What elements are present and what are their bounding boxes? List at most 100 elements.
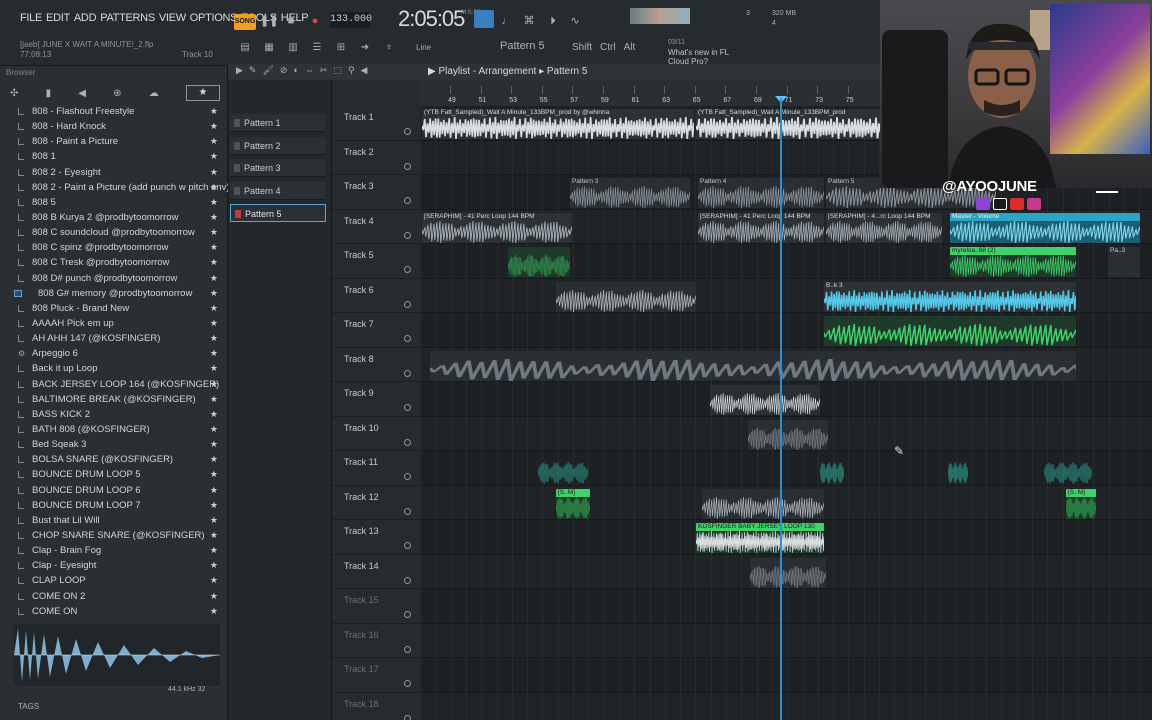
favorite-star-icon[interactable]: ★: [210, 498, 218, 513]
track-mute-led-icon[interactable]: [404, 542, 411, 549]
browser-item[interactable]: CHOP SNARE SNARE (@KOSFINGER) ★: [0, 528, 228, 543]
arrangement-grid[interactable]: (YTB Fatt_Sampled)_Wait A Minute_133BPM_…: [420, 106, 1152, 720]
favorite-star-icon[interactable]: ★: [210, 225, 218, 240]
browser-item[interactable]: Bed Sqeak 3 ★: [0, 437, 228, 452]
track-mute-led-icon[interactable]: [404, 576, 411, 584]
delete-icon[interactable]: ⊘: [280, 65, 288, 76]
menu-edit[interactable]: EDIT: [46, 12, 70, 24]
audio-clip[interactable]: myreloa..68 (2): [950, 247, 1076, 277]
channel-rack-icon[interactable]: ▦: [260, 40, 278, 56]
favorite-star-icon[interactable]: ★: [210, 240, 218, 255]
browser-item[interactable]: 808 2 - Paint a Picture (add punch w pit…: [0, 180, 228, 195]
pattern-clip[interactable]: [702, 488, 824, 519]
pattern-clip[interactable]: Pattern 4: [698, 178, 824, 208]
slice-icon[interactable]: ✂: [320, 65, 328, 76]
record-icon[interactable]: ●: [306, 12, 324, 30]
browser-item[interactable]: 808 - Hard Knock ★: [0, 119, 228, 134]
track-header[interactable]: Track 9: [332, 382, 420, 417]
favorite-star-icon[interactable]: ★: [210, 604, 218, 619]
favorite-star-icon[interactable]: ★: [210, 437, 218, 452]
track-header[interactable]: Track 15: [332, 589, 420, 624]
audio-clip[interactable]: [SERAPHIM] - 41 Perc Loop 144 BPM: [422, 212, 572, 243]
track-header[interactable]: Track 18: [332, 693, 420, 720]
track-header[interactable]: Track 17: [332, 658, 420, 693]
browser-item[interactable]: AH AHH 147 (@KOSFINGER) ★: [0, 331, 228, 346]
favorite-star-icon[interactable]: ★: [210, 119, 218, 134]
pattern-clip[interactable]: [948, 454, 968, 484]
paint-icon[interactable]: 🖌: [262, 65, 273, 76]
pattern-item[interactable]: Pattern 5: [230, 204, 326, 222]
track-header[interactable]: Track 10: [332, 417, 420, 451]
favorite-star-icon[interactable]: ★: [210, 210, 218, 225]
track-header[interactable]: Track 4: [332, 210, 420, 244]
track-mute-led-icon[interactable]: [404, 266, 411, 273]
browser-item[interactable]: BACK JERSEY LOOP 164 (@KOSFINGER) ★: [0, 377, 228, 392]
favorite-star-icon[interactable]: ★: [210, 528, 218, 543]
piano-roll-icon[interactable]: ▥: [284, 40, 302, 56]
track-header[interactable]: Track 5: [332, 244, 420, 279]
track-lane[interactable]: [420, 623, 1152, 658]
favorite-star-icon[interactable]: ★: [210, 255, 218, 270]
browser-item[interactable]: 808 5 ★: [0, 195, 228, 210]
pattern-clip[interactable]: [710, 385, 820, 415]
speaker-icon[interactable]: ◀: [78, 88, 86, 99]
playback-icon[interactable]: ◀: [361, 65, 368, 76]
pattern-clip[interactable]: [750, 557, 826, 588]
stop-icon[interactable]: ■: [282, 12, 300, 30]
favorite-star-icon[interactable]: ★: [210, 513, 218, 528]
pattern-clip[interactable]: Pa..3: [1108, 247, 1140, 277]
favorite-star-icon[interactable]: ★: [210, 573, 218, 588]
audio-clip[interactable]: B..k 3: [824, 281, 1076, 312]
favorite-star-icon[interactable]: ★: [210, 180, 218, 195]
favorite-star-icon[interactable]: ★: [210, 452, 218, 467]
collapse-icon[interactable]: ✣: [10, 88, 18, 99]
favorite-star-icon[interactable]: ★: [210, 361, 218, 376]
browser-item[interactable]: 808 1 ★: [0, 149, 228, 164]
browser-item[interactable]: BATH 808 (@KOSFINGER) ★: [0, 422, 228, 437]
audio-clip[interactable]: [S..M]: [1066, 488, 1096, 519]
playlist-view-icon[interactable]: ▤: [236, 40, 254, 56]
track-mute-led-icon[interactable]: [404, 438, 411, 446]
track-mute-led-icon[interactable]: [404, 231, 411, 239]
plugin-picker-icon[interactable]: ⊞: [332, 40, 350, 56]
browser-item[interactable]: 808 G# memory @prodbytoomorrow ★: [0, 286, 228, 301]
browser-item[interactable]: BALTIMORE BREAK (@KOSFINGER) ★: [0, 392, 228, 407]
browser-item[interactable]: ⚙ Arpeggio 6 ★: [0, 346, 228, 361]
browser-item[interactable]: 808 2 - Eyesight ★: [0, 165, 228, 180]
web-icon[interactable]: ⊕: [113, 88, 121, 99]
favorite-star-icon[interactable]: ★: [210, 558, 218, 573]
browser-item[interactable]: Bust that Lil Will ★: [0, 513, 228, 528]
select-icon[interactable]: ⬚: [333, 65, 342, 76]
pattern-clip[interactable]: [820, 454, 844, 484]
favorite-star-icon[interactable]: ★: [210, 377, 218, 392]
alt-key[interactable]: Alt: [624, 42, 636, 53]
plug-icon[interactable]: ▮: [46, 88, 52, 99]
track-mute-led-icon[interactable]: [404, 714, 411, 720]
magnet-icon[interactable]: ♆: [380, 40, 398, 56]
track-mute-led-icon[interactable]: [404, 645, 411, 653]
browser-item[interactable]: 808 C Tresk @prodbytoomorrow ★: [0, 255, 228, 270]
menu-file[interactable]: FILE: [20, 12, 42, 24]
favorite-star-icon[interactable]: ★: [210, 392, 218, 407]
track-header[interactable]: Track 2: [332, 141, 420, 175]
track-mute-led-icon[interactable]: [404, 611, 411, 618]
arrow-icon[interactable]: ➜: [356, 40, 374, 56]
track-mute-led-icon[interactable]: [404, 128, 411, 135]
track-header[interactable]: Track 7: [332, 313, 420, 348]
browser-item[interactable]: Back it up Loop ★: [0, 361, 228, 376]
favorite-star-icon[interactable]: ★: [210, 589, 218, 604]
track-header[interactable]: Track 11: [332, 451, 420, 486]
audio-clip[interactable]: [SERAPHIM] - 41 Perc Loop 144 BPM: [698, 212, 824, 243]
favorite-star-icon[interactable]: ★: [210, 467, 218, 482]
favorite-star-icon[interactable]: ★: [210, 165, 218, 180]
pause-icon[interactable]: ❚❚: [260, 12, 278, 30]
pattern-clip[interactable]: [824, 316, 1076, 346]
wait-input-icon[interactable]: ⌘: [520, 12, 538, 30]
browser-item[interactable]: BOUNCE DRUM LOOP 5 ★: [0, 467, 228, 482]
favorite-star-icon[interactable]: ★: [210, 104, 218, 119]
favorite-star-icon[interactable]: ★: [210, 149, 218, 164]
browser-item[interactable]: 808 - Paint a Picture ★: [0, 134, 228, 149]
automation-clip[interactable]: Master - Volume: [950, 212, 1140, 243]
sample-preview[interactable]: [14, 624, 220, 686]
snap-selector[interactable]: Line: [416, 43, 431, 52]
